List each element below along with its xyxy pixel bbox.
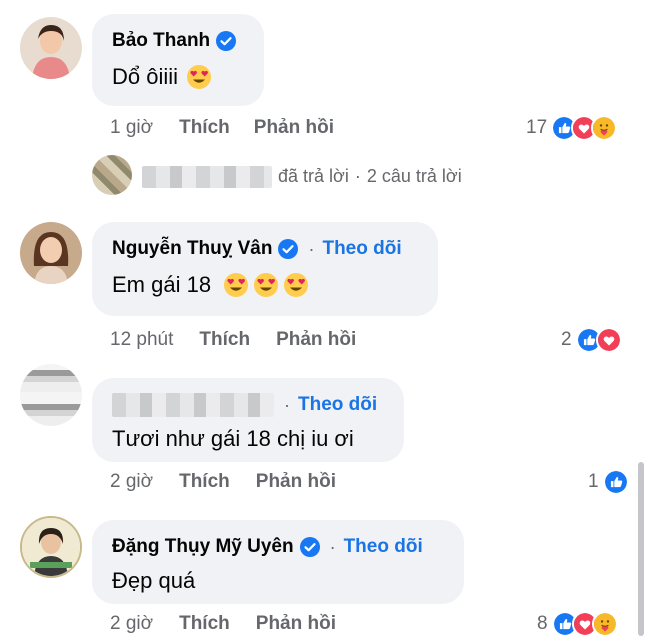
replied-label: đã trả lời [278, 166, 349, 186]
comment-text: Em gái 18 [112, 272, 212, 297]
reaction-summary[interactable]: 1 [588, 469, 629, 495]
follow-button[interactable]: Theo dõi [322, 238, 401, 260]
replies-link[interactable]: đã trả lời · 2 câu trả lời [278, 166, 462, 187]
like-button[interactable]: Thích [179, 471, 230, 493]
comment-actions: 2 giờ Thích Phản hồi [110, 471, 336, 493]
reaction-count: 8 [537, 613, 548, 634]
comment-actions: 2 giờ Thích Phản hồi [110, 613, 336, 635]
comment-bubble: Bảo Thanh Dổ ôiiii [92, 14, 264, 106]
comment-actions: 1 giờ Thích Phản hồi [110, 117, 334, 139]
separator-dot: · [329, 536, 336, 557]
comment-time[interactable]: 2 giờ [110, 471, 153, 493]
reply-button[interactable]: Phản hồi [256, 471, 336, 493]
comment-actions: 12 phút Thích Phản hồi [110, 329, 356, 351]
comment-text: Đẹp quá [112, 568, 196, 593]
separator-dot: · [308, 238, 315, 259]
heart-eyes-emoji-icon [253, 272, 279, 298]
reaction-count: 17 [526, 117, 548, 138]
commenter-name[interactable]: Bảo Thanh [112, 30, 210, 52]
follow-button[interactable]: Theo dõi [298, 394, 377, 416]
avatar[interactable] [20, 17, 82, 79]
reply-button[interactable]: Phản hồi [256, 613, 336, 635]
reaction-summary[interactable]: 8 [537, 611, 618, 636]
separator-dot: · [284, 394, 290, 415]
heart-eyes-emoji-icon [223, 272, 249, 298]
like-button[interactable]: Thích [179, 613, 230, 635]
verified-badge-icon [278, 239, 298, 259]
reaction-summary[interactable]: 17 [526, 115, 618, 141]
heart-eyes-emoji-icon [186, 64, 212, 90]
like-button[interactable]: Thích [179, 117, 230, 139]
avatar[interactable] [20, 516, 82, 578]
commenter-name[interactable]: Đặng Thụy Mỹ Uyên [112, 536, 294, 558]
blurred-name [112, 393, 274, 417]
avatar[interactable] [20, 222, 82, 284]
comment-time[interactable]: 1 giờ [110, 117, 153, 139]
reaction-count: 1 [588, 471, 599, 492]
reply-button[interactable]: Phản hồi [254, 117, 334, 139]
heart-eyes-emoji-icon [283, 272, 309, 298]
reaction-count: 2 [561, 329, 572, 350]
commenter-name[interactable]: Nguyễn Thuỵ Vân [112, 238, 272, 260]
verified-badge-icon [300, 537, 320, 557]
like-reaction-icon [602, 469, 629, 495]
love-reaction-icon [595, 327, 622, 353]
comment-text: Dổ ôiiii [112, 64, 179, 89]
comment-bubble: · Theo dõi Tươi như gái 18 chị iu ơi [92, 378, 404, 462]
follow-button[interactable]: Theo dõi [344, 536, 423, 558]
reply-count: 2 câu trả lời [366, 166, 462, 186]
verified-badge-icon [216, 31, 236, 51]
care-reaction-icon [591, 611, 618, 636]
reply-button[interactable]: Phản hồi [276, 329, 356, 351]
separator-dot: · [354, 166, 361, 186]
comment-bubble: Đặng Thụy Mỹ Uyên · Theo dõi Đẹp quá [92, 520, 464, 604]
like-button[interactable]: Thích [199, 329, 250, 351]
reaction-summary[interactable]: 2 [561, 327, 622, 353]
comment-text: Tươi như gái 18 chị iu ơi [112, 426, 354, 451]
blurred-avatar [92, 155, 132, 195]
comment-time[interactable]: 2 giờ [110, 613, 153, 635]
comment-bubble: Nguyễn Thuỵ Vân · Theo dõi Em gái 18 [92, 222, 438, 316]
scrollbar[interactable] [638, 462, 644, 636]
care-reaction-icon [591, 115, 618, 141]
blurred-name [142, 166, 272, 188]
blurred-avatar[interactable] [20, 364, 82, 426]
comment-time[interactable]: 12 phút [110, 329, 173, 351]
